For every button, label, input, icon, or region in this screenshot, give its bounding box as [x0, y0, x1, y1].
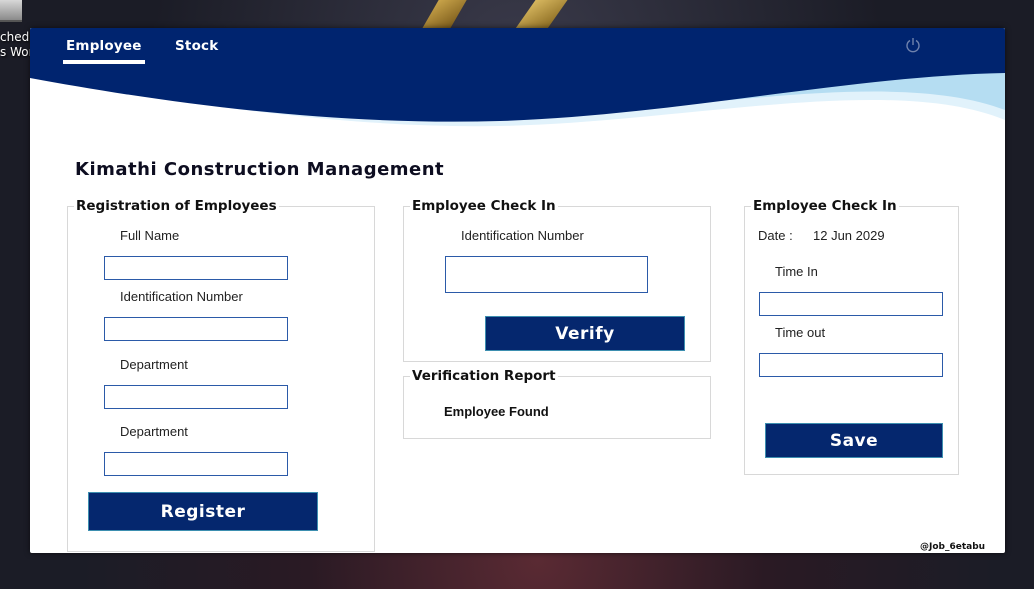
- check-in-id-label: Identification Number: [461, 228, 584, 243]
- app-window: Employee Stock Kimathi Construction Mana…: [30, 28, 1005, 553]
- time-in-field[interactable]: [759, 292, 943, 316]
- tab-stock[interactable]: Stock: [175, 38, 218, 54]
- department-2-field[interactable]: [104, 452, 288, 476]
- registration-legend: Registration of Employees: [76, 198, 277, 214]
- full-name-field[interactable]: [104, 256, 288, 280]
- tab-employee[interactable]: Employee: [66, 38, 142, 54]
- app-title: Kimathi Construction Management: [75, 159, 445, 180]
- credit-label: @Job_6etabu: [920, 542, 986, 552]
- time-in-label: Time In: [775, 264, 818, 279]
- department-2-label: Department: [120, 424, 188, 439]
- power-icon[interactable]: [905, 37, 921, 53]
- check-in-legend: Employee Check In: [412, 198, 556, 214]
- desktop-shortcut-label[interactable]: ched s Worl: [0, 30, 32, 60]
- department-field[interactable]: [104, 385, 288, 409]
- time-panel-legend: Employee Check In: [753, 198, 897, 214]
- full-name-label: Full Name: [120, 228, 180, 243]
- department-label: Department: [120, 357, 188, 372]
- wallpaper-decoration: [421, 0, 467, 30]
- id-number-field[interactable]: [104, 317, 288, 341]
- desktop-shortcut-icon[interactable]: [0, 0, 22, 22]
- date-label: Date :: [758, 228, 793, 243]
- id-number-label: Identification Number: [120, 289, 243, 304]
- time-out-label: Time out: [775, 325, 826, 340]
- verification-message: Employee Found: [444, 404, 549, 419]
- save-button[interactable]: Save: [765, 423, 943, 458]
- wallpaper-decoration: [514, 0, 568, 30]
- verify-button[interactable]: Verify: [485, 316, 685, 351]
- check-in-id-field[interactable]: [445, 256, 648, 293]
- active-tab-indicator: [63, 60, 145, 64]
- date-value: 12 Jun 2029: [813, 228, 885, 243]
- verification-report-legend: Verification Report: [412, 368, 556, 384]
- register-button[interactable]: Register: [88, 492, 318, 531]
- time-out-field[interactable]: [759, 353, 943, 377]
